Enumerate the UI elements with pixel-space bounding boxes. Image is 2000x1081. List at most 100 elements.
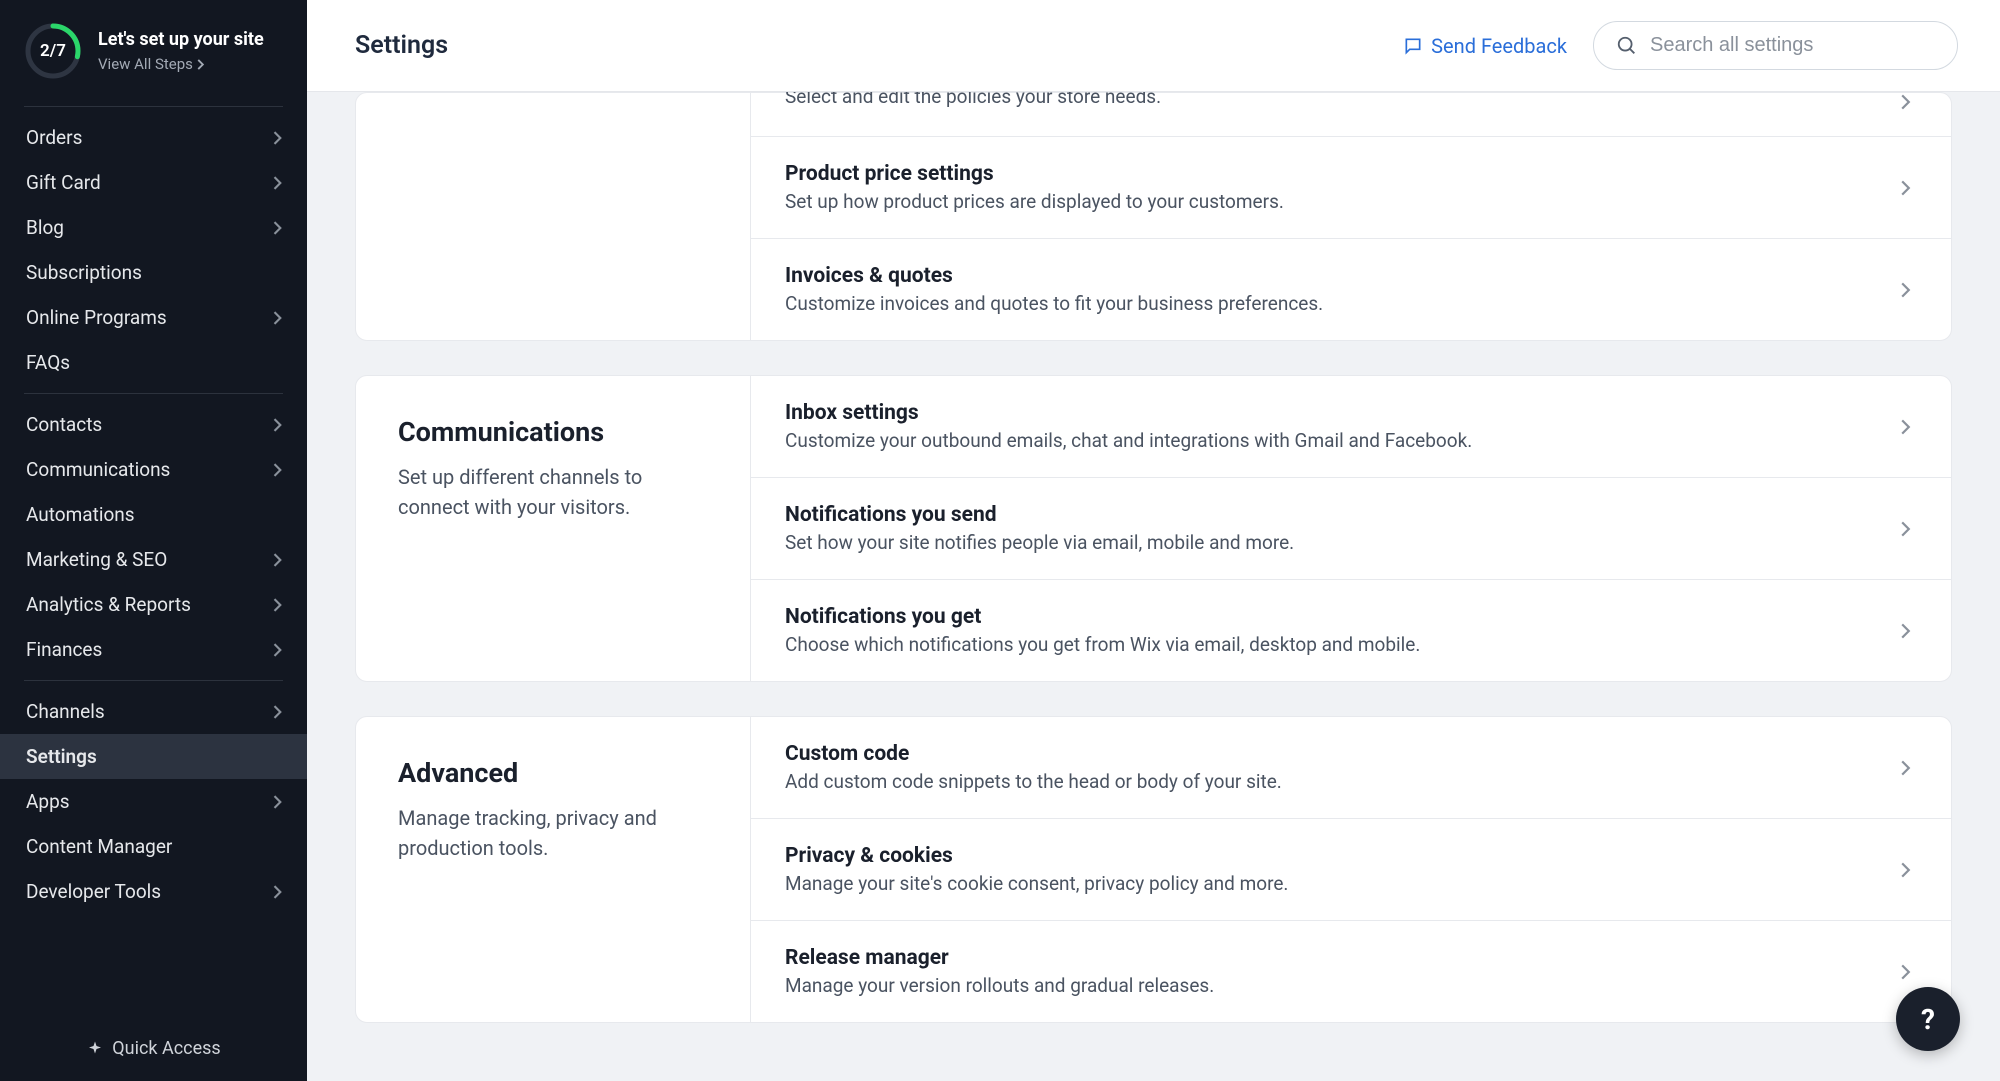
sidebar-item-channels[interactable]: Channels: [0, 689, 307, 734]
settings-card-advanced: Advanced Manage tracking, privacy and pr…: [355, 716, 1952, 1023]
sidebar-item-orders[interactable]: Orders: [0, 115, 307, 160]
chevron-right-icon: [273, 598, 283, 612]
setup-progress-block[interactable]: 2/7 Let's set up your site View All Step…: [0, 0, 307, 98]
chevron-right-icon: [273, 176, 283, 190]
quick-access-button[interactable]: Quick Access: [0, 1016, 307, 1081]
row-desc: Manage your version rollouts and gradual…: [785, 974, 1214, 997]
sidebar-item-marketing-seo[interactable]: Marketing & SEO: [0, 537, 307, 582]
chevron-right-icon: [1900, 622, 1911, 640]
row-desc: Manage your site's cookie consent, priva…: [785, 872, 1288, 895]
nav-group: Orders Gift Card BlogSubscriptions Online P…: [0, 115, 307, 385]
card-left-empty: [356, 93, 751, 340]
chevron-right-icon: [1900, 93, 1911, 111]
chat-icon: [1403, 36, 1423, 56]
sidebar-item-label: Gift Card: [26, 171, 101, 194]
sidebar-item-gift-card[interactable]: Gift Card: [0, 160, 307, 205]
search-icon: [1616, 35, 1638, 57]
sidebar-item-developer-tools[interactable]: Developer Tools: [0, 869, 307, 914]
help-icon: ?: [1921, 1003, 1935, 1036]
row-desc: Add custom code snippets to the head or …: [785, 770, 1282, 793]
chevron-right-icon: [273, 418, 283, 432]
sparkle-icon: [86, 1040, 104, 1058]
row-desc: Set up how product prices are displayed …: [785, 190, 1284, 213]
chevron-right-icon: [1900, 861, 1911, 879]
row-title: Notifications you send: [785, 503, 1294, 527]
chevron-right-icon: [273, 795, 283, 809]
divider: [24, 393, 283, 394]
sidebar-item-label: Channels: [26, 700, 105, 723]
sidebar-item-label: FAQs: [26, 351, 70, 374]
content-scroll[interactable]: Select and edit the policies your store …: [307, 92, 2000, 1081]
sidebar-item-finances[interactable]: Finances: [0, 627, 307, 672]
help-button[interactable]: ?: [1896, 987, 1960, 1051]
send-feedback-link[interactable]: Send Feedback: [1403, 34, 1567, 58]
row-title: Invoices & quotes: [785, 264, 1323, 288]
chevron-right-icon: [273, 885, 283, 899]
divider: [24, 106, 283, 107]
chevron-right-icon: [197, 59, 205, 70]
settings-row-product-price[interactable]: Product price settings Set up how produc…: [751, 137, 1951, 239]
sidebar-item-label: Developer Tools: [26, 880, 161, 903]
search-input[interactable]: [1650, 34, 1935, 57]
chevron-right-icon: [273, 221, 283, 235]
progress-ring: 2/7: [24, 22, 82, 80]
card-rows: Custom code Add custom code snippets to …: [751, 717, 1951, 1022]
search-box[interactable]: [1593, 21, 1958, 70]
sidebar-item-settings[interactable]: Settings: [0, 734, 307, 779]
sidebar-item-blog[interactable]: Blog: [0, 205, 307, 250]
settings-row-custom-code[interactable]: Custom code Add custom code snippets to …: [751, 717, 1951, 819]
settings-row-policies[interactable]: Select and edit the policies your store …: [751, 93, 1951, 137]
sidebar-item-label: Finances: [26, 638, 102, 661]
sidebar-item-content-manager[interactable]: Content Manager: [0, 824, 307, 869]
setup-title: Let's set up your site: [98, 29, 264, 52]
sidebar-item-apps[interactable]: Apps: [0, 779, 307, 824]
settings-row-inbox[interactable]: Inbox settings Customize your outbound e…: [751, 376, 1951, 478]
nav-group: Channels Settings Apps Content Manager Devel…: [0, 689, 307, 914]
sidebar-item-label: Settings: [26, 745, 97, 768]
row-desc: Set how your site notifies people via em…: [785, 531, 1294, 554]
card-desc: Manage tracking, privacy and production …: [398, 803, 708, 863]
sidebar-item-contacts[interactable]: Contacts: [0, 402, 307, 447]
settings-row-notifications-send[interactable]: Notifications you send Set how your site…: [751, 478, 1951, 580]
sidebar-item-label: Communications: [26, 458, 170, 481]
card-heading: Communications: [398, 416, 708, 448]
settings-row-release-manager[interactable]: Release manager Manage your version roll…: [751, 921, 1951, 1022]
sidebar-item-label: Apps: [26, 790, 70, 813]
sidebar-item-analytics-reports[interactable]: Analytics & Reports: [0, 582, 307, 627]
sidebar-item-subscriptions[interactable]: Subscriptions: [0, 250, 307, 295]
view-all-steps-link[interactable]: View All Steps: [98, 55, 264, 73]
chevron-right-icon: [1900, 179, 1911, 197]
sidebar-scroll[interactable]: 2/7 Let's set up your site View All Step…: [0, 0, 307, 1016]
progress-text: 2/7: [40, 41, 66, 61]
chevron-right-icon: [1900, 281, 1911, 299]
settings-card: Select and edit the policies your store …: [355, 92, 1952, 341]
sidebar: 2/7 Let's set up your site View All Step…: [0, 0, 307, 1081]
sidebar-item-label: Marketing & SEO: [26, 548, 167, 571]
row-title: Product price settings: [785, 162, 1284, 186]
row-desc: Customize your outbound emails, chat and…: [785, 429, 1472, 452]
row-desc: Select and edit the policies your store …: [785, 92, 1161, 108]
send-feedback-label: Send Feedback: [1431, 34, 1567, 58]
row-title: Notifications you get: [785, 605, 1420, 629]
card-heading-block: Advanced Manage tracking, privacy and pr…: [356, 717, 751, 1022]
chevron-right-icon: [1900, 520, 1911, 538]
main: Settings Send Feedback Select and edit t…: [307, 0, 2000, 1081]
sidebar-item-online-programs[interactable]: Online Programs: [0, 295, 307, 340]
card-desc: Set up different channels to connect wit…: [398, 462, 708, 522]
nav-group: Contacts Communications Automations Marketi…: [0, 402, 307, 672]
settings-row-privacy-cookies[interactable]: Privacy & cookies Manage your site's coo…: [751, 819, 1951, 921]
row-title: Inbox settings: [785, 401, 1472, 425]
sidebar-item-automations[interactable]: Automations: [0, 492, 307, 537]
sidebar-item-label: Online Programs: [26, 306, 167, 329]
settings-row-invoices[interactable]: Invoices & quotes Customize invoices and…: [751, 239, 1951, 340]
chevron-right-icon: [273, 463, 283, 477]
row-title: Custom code: [785, 742, 1282, 766]
card-rows: Inbox settings Customize your outbound e…: [751, 376, 1951, 681]
sidebar-item-faqs[interactable]: FAQs: [0, 340, 307, 385]
settings-card-communications: Communications Set up different channels…: [355, 375, 1952, 682]
chevron-right-icon: [273, 311, 283, 325]
sidebar-item-label: Orders: [26, 126, 82, 149]
settings-row-notifications-get[interactable]: Notifications you get Choose which notif…: [751, 580, 1951, 681]
topbar: Settings Send Feedback: [307, 0, 2000, 92]
sidebar-item-communications[interactable]: Communications: [0, 447, 307, 492]
